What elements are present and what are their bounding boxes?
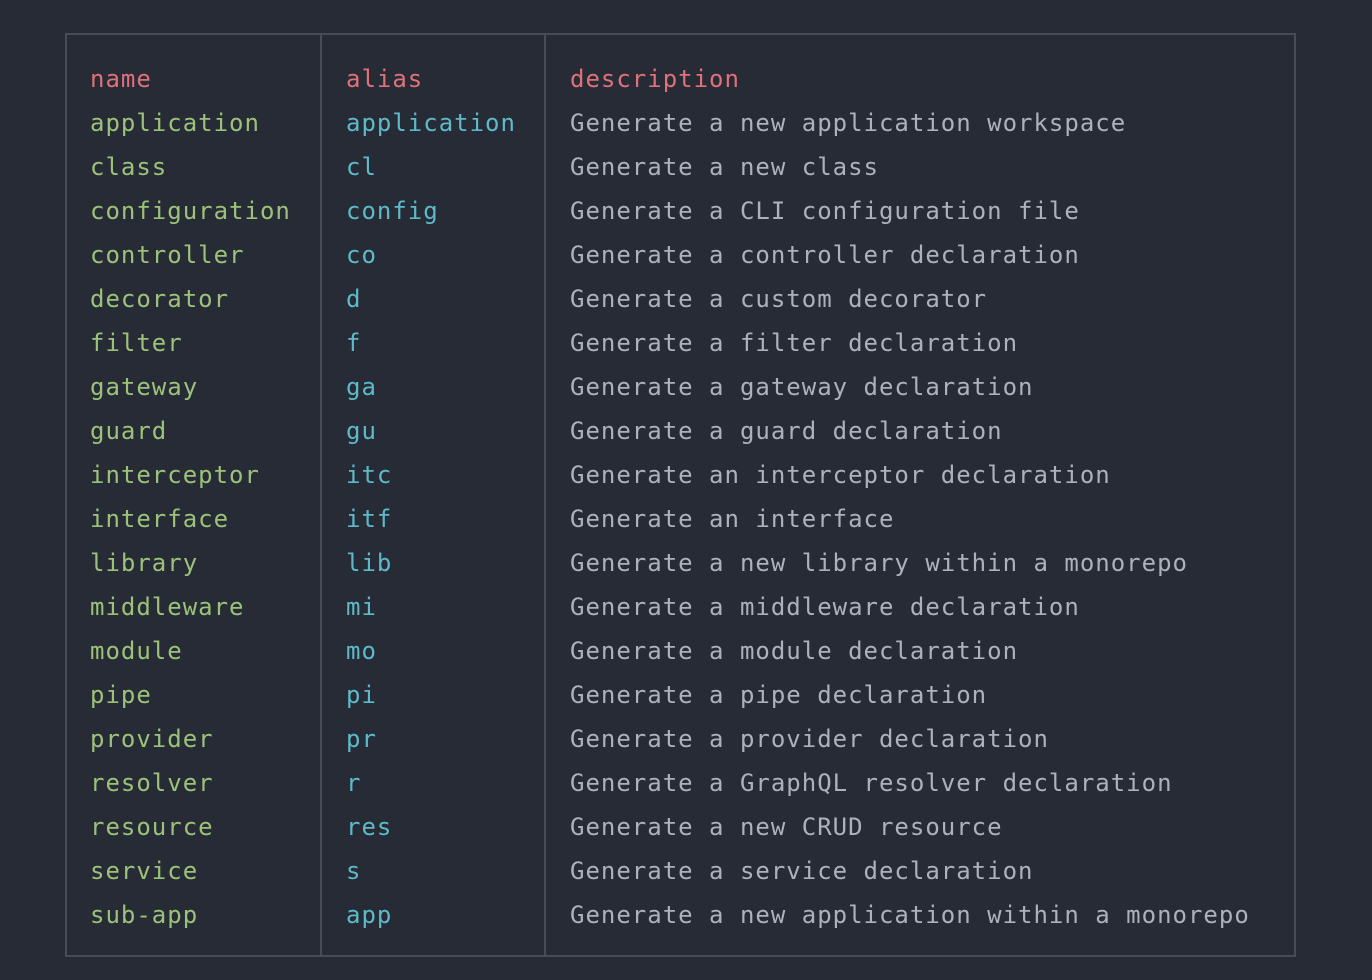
schematic-alias: cl [346, 153, 377, 181]
schematic-name: pipe [90, 681, 152, 709]
schematic-alias: itf [346, 505, 393, 533]
schematic-name: interface [90, 505, 230, 533]
schematic-name: controller [90, 241, 245, 269]
schematic-name: guard [90, 417, 168, 445]
schematic-alias: r [346, 769, 362, 797]
schematic-name: resolver [90, 769, 214, 797]
schematic-alias: res [346, 813, 393, 841]
schematic-name: library [90, 549, 199, 577]
schematic-alias: mi [346, 593, 377, 621]
schematic-description: Generate a pipe declaration [570, 681, 988, 709]
schematic-description: Generate a new CRUD resource [570, 813, 1003, 841]
schematic-name: application [90, 109, 260, 137]
schematic-description: Generate a service declaration [570, 857, 1034, 885]
schematic-alias: application [346, 109, 516, 137]
schematic-name: resource [90, 813, 214, 841]
schematic-description: Generate a custom decorator [570, 285, 988, 313]
schematic-description: Generate a module declaration [570, 637, 1019, 665]
schematic-name: configuration [90, 197, 291, 225]
schematic-alias: pi [346, 681, 377, 709]
schematic-description: Generate a CLI configuration file [570, 197, 1080, 225]
schematic-alias: mo [346, 637, 377, 665]
schematic-description: Generate a GraphQL resolver declaration [570, 769, 1173, 797]
schematic-alias: co [346, 241, 377, 269]
schematic-alias: f [346, 329, 362, 357]
schematic-name: middleware [90, 593, 245, 621]
schematic-description: Generate an interface [570, 505, 895, 533]
schematic-alias: itc [346, 461, 393, 489]
schematic-alias: ga [346, 373, 377, 401]
schematic-name: module [90, 637, 183, 665]
schematic-description: Generate a guard declaration [570, 417, 1003, 445]
header-alias: alias [346, 65, 424, 93]
schematic-description: Generate a new application within a mono… [570, 901, 1250, 929]
schematic-alias: gu [346, 417, 377, 445]
schematic-description: Generate a provider declaration [570, 725, 1049, 753]
header-description: description [570, 65, 740, 93]
schematic-name: class [90, 153, 168, 181]
schematic-description: Generate a new class [570, 153, 879, 181]
schematic-description: Generate a middleware declaration [570, 593, 1080, 621]
schematic-description: Generate a new library within a monorepo [570, 549, 1188, 577]
schematic-name: gateway [90, 373, 199, 401]
schematic-name: service [90, 857, 199, 885]
schematic-description: Generate a gateway declaration [570, 373, 1034, 401]
schematic-name: filter [90, 329, 183, 357]
schematic-description: Generate a new application workspace [570, 109, 1127, 137]
schematic-name: sub-app [90, 901, 199, 929]
schematic-name: decorator [90, 285, 230, 313]
schematic-alias: config [346, 197, 439, 225]
schematic-description: Generate a filter declaration [570, 329, 1019, 357]
schematic-description: Generate an interceptor declaration [570, 461, 1111, 489]
schematic-description: Generate a controller declaration [570, 241, 1080, 269]
column-divider [320, 33, 322, 957]
schematic-alias: lib [346, 549, 393, 577]
schematic-alias: pr [346, 725, 377, 753]
schematic-alias: app [346, 901, 393, 929]
header-name: name [90, 65, 152, 93]
schematic-alias: d [346, 285, 362, 313]
schematic-alias: s [346, 857, 362, 885]
column-divider [544, 33, 546, 957]
schematic-name: interceptor [90, 461, 260, 489]
schematic-name: provider [90, 725, 214, 753]
